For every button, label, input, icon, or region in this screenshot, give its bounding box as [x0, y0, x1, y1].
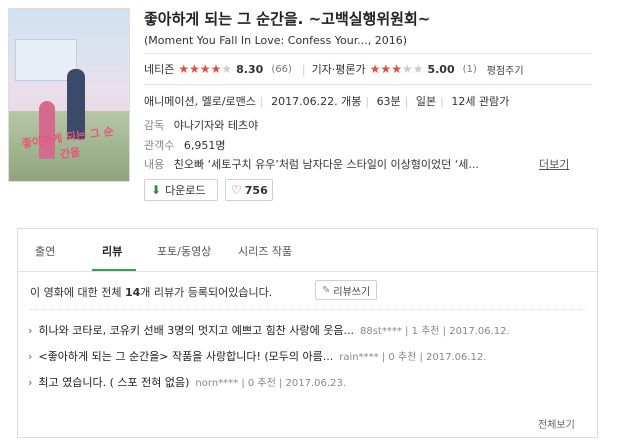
tab-cast[interactable]: 출연 — [35, 243, 55, 259]
critic-count: (1) — [462, 63, 477, 75]
review-info: 88st**** | 1 추천 | 2017.06.12. — [359, 326, 510, 337]
director-link[interactable]: 야나기자와 테츠야 — [174, 119, 258, 132]
write-review-button[interactable]: ✎ 리뷰쓰기 — [315, 280, 378, 300]
critic-stars: ★★★★★ — [369, 62, 424, 76]
content-row: 내용 친오빠 ‘세토구치 유우’처럼 남자다운 스타일이 이상형이었던 ‘세..… — [144, 156, 479, 172]
like-button[interactable]: ♡ 756 — [225, 179, 273, 201]
movie-subtitle: (Moment You Fall In Love: Confess Your..… — [144, 34, 407, 47]
tab-series[interactable]: 시리즈 작품 — [238, 243, 292, 259]
review-title[interactable]: <좋아하게 되는 그 순간을> 작품을 사랑합니다! (모두의 아름... — [38, 350, 333, 363]
divider — [144, 53, 592, 54]
director-label: 감독 — [144, 119, 165, 132]
critic-label: 기자·평론가 — [311, 63, 366, 76]
like-count: 756 — [244, 183, 268, 197]
review-info: rain**** | 0 추천 | 2017.06.12. — [339, 352, 487, 363]
critic-score: 5.00 — [427, 62, 455, 76]
view-all-link[interactable]: 전체보기 — [538, 416, 575, 431]
review-info: norn**** | 0 추천 | 2017.06.23. — [195, 378, 346, 389]
active-tab-indicator — [92, 269, 136, 271]
review-item[interactable]: › 최고 였습니다. ( 스포 전혀 없음) norn**** | 0 추천 | 2… — [28, 374, 346, 390]
review-summary: 이 영화에 대한 전체 14개 리뷰가 등록되어있습니다. — [30, 286, 273, 299]
audience-label: 관객수 — [144, 139, 175, 152]
tab-panel: 출연 리뷰 포토/동영상 시리즈 작품 이 영화에 대한 전체 14개 리뷰가 … — [17, 228, 598, 438]
content-text: 친오빠 ‘세토구치 유우’처럼 남자다운 스타일이 이상형이었던 ‘세... — [173, 158, 479, 171]
rating-row: 네티즌 ★★★★★ 8.30 (66) | 기자·평론가 ★★★★★ 5.00 … — [144, 62, 524, 77]
genre: 애니메이션, 멜로/로맨스 — [144, 95, 256, 108]
divider — [144, 84, 592, 85]
content-label: 내용 — [144, 158, 165, 171]
review-item[interactable]: › 히나와 코타로, 코유키 선배 3명의 멋지고 예쁘고 힘찬 사랑에 웃음..… — [28, 322, 510, 338]
netizen-count: (66) — [271, 63, 292, 75]
age-rating: 12세 관람가 — [451, 95, 510, 108]
tab-reviews[interactable]: 리뷰 — [102, 243, 122, 259]
bullet-icon: › — [28, 324, 33, 337]
movie-title[interactable]: 좋아하게 되는 그 순간을. ~고백실행위원회~ — [144, 8, 430, 29]
write-review-label: 리뷰쓰기 — [333, 286, 371, 298]
audience-row: 관객수 6,951명 — [144, 137, 226, 153]
movie-meta: 애니메이션, 멜로/로맨스 | 2017.06.22. 개봉 | 63분 | 일본 | … — [144, 95, 510, 108]
bullet-icon: › — [28, 350, 33, 363]
tab-photo-video[interactable]: 포토/동영상 — [157, 243, 211, 259]
netizen-stars: ★★★★★ — [178, 62, 233, 76]
divider — [30, 309, 586, 310]
release-date: 2017.06.22. 개봉 — [271, 95, 362, 108]
tab-bar: 출연 리뷰 포토/동영상 시리즈 작품 — [18, 229, 597, 272]
director-row: 감독 야나기자와 테츠야 — [144, 117, 258, 133]
download-label: 다운로드 — [165, 184, 206, 197]
audience-count: 6,951명 — [183, 139, 226, 152]
runtime: 63분 — [376, 95, 401, 108]
pencil-icon: ✎ — [322, 284, 331, 296]
download-button[interactable]: ⬇ 다운로드 — [144, 179, 218, 201]
netizen-label: 네티즌 — [144, 63, 175, 76]
movie-poster[interactable]: 좋아하게 되는 그 순간을 — [8, 8, 130, 182]
download-icon: ⬇ — [151, 183, 162, 197]
review-title[interactable]: 히나와 코타로, 코유키 선배 3명의 멋지고 예쁘고 힘찬 사랑에 웃음... — [38, 324, 354, 337]
more-link[interactable]: 더보기 — [539, 156, 569, 172]
review-title[interactable]: 최고 였습니다. ( 스포 전혀 없음) — [38, 376, 189, 389]
heart-icon: ♡ — [231, 183, 242, 197]
rate-link[interactable]: 평점주기 — [487, 62, 524, 77]
review-count: 14 — [124, 286, 141, 299]
review-item[interactable]: › <좋아하게 되는 그 순간을> 작품을 사랑합니다! (모두의 아름... ra… — [28, 348, 486, 364]
country: 일본 — [415, 95, 437, 108]
bullet-icon: › — [28, 376, 33, 389]
netizen-score: 8.30 — [236, 62, 264, 76]
